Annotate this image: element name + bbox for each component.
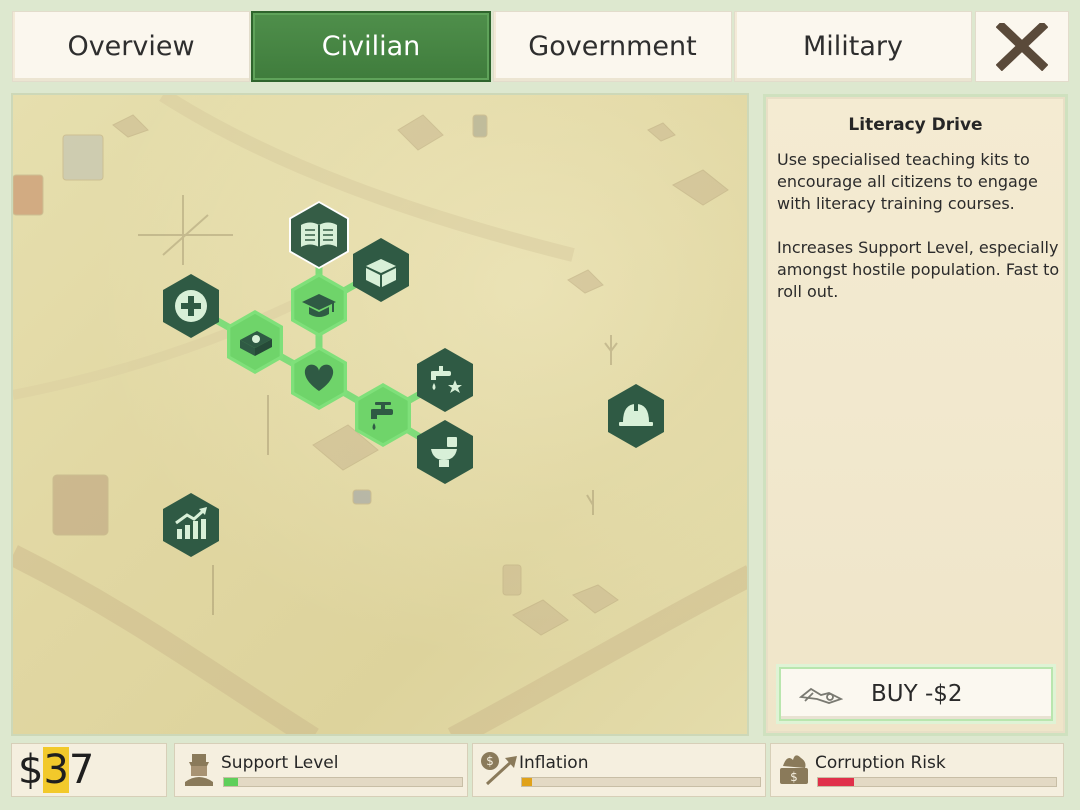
money-display: $37 <box>11 743 167 797</box>
inflation-bar <box>521 777 761 787</box>
policy-node-first-aid-kit[interactable] <box>227 310 283 374</box>
teaching-kit-icon <box>799 687 843 704</box>
inflation-fill <box>522 778 532 786</box>
support-level-meter: Support Level <box>174 743 468 797</box>
policy-node-clean-water[interactable] <box>417 348 473 412</box>
money-rest-digit: 7 <box>68 747 95 793</box>
policy-title: Literacy Drive <box>848 115 983 135</box>
policy-node-aid-box[interactable] <box>353 238 409 302</box>
policy-description: Use specialised teaching kits to encoura… <box>777 149 1062 325</box>
corruption-risk-label: Corruption Risk <box>815 753 946 773</box>
money-highlight-digit: 3 <box>43 747 69 793</box>
tab-civilian[interactable]: Civilian <box>251 11 491 82</box>
support-level-icon <box>185 754 213 786</box>
policy-node-literacy-drive[interactable] <box>289 201 349 269</box>
policy-node-medical-aid[interactable] <box>163 274 219 338</box>
close-button[interactable] <box>975 11 1069 82</box>
inflation-icon: $ <box>481 752 517 786</box>
policy-node-economy[interactable] <box>163 493 219 557</box>
support-level-label: Support Level <box>221 753 339 773</box>
corruption-risk-icon: $ <box>780 755 808 784</box>
money-prefix: $ <box>18 747 44 793</box>
tab-overview[interactable]: Overview <box>12 11 250 82</box>
inflation-meter: $ Inflation <box>472 743 766 797</box>
corruption-risk-bar <box>817 777 1057 787</box>
support-level-fill <box>224 778 239 786</box>
policy-map <box>11 93 749 736</box>
close-x-icon <box>996 22 1048 71</box>
policy-info-panel: Literacy Drive Use specialised teaching … <box>763 94 1068 736</box>
support-level-bar <box>223 777 463 787</box>
corruption-risk-fill <box>818 778 854 786</box>
svg-text:$: $ <box>790 770 798 784</box>
policy-node-sanitation[interactable] <box>417 420 473 484</box>
policy-node-education[interactable] <box>291 273 347 337</box>
buy-button[interactable]: BUY -$2 <box>779 667 1053 721</box>
medical-cross-icon <box>175 290 207 322</box>
policy-node-water-supply[interactable] <box>355 383 411 447</box>
tab-military[interactable]: Military <box>734 11 972 82</box>
policy-tree <box>163 201 664 557</box>
corruption-risk-meter: $ Corruption Risk <box>770 743 1064 797</box>
book-icon <box>301 222 337 247</box>
inflation-label: Inflation <box>519 753 589 773</box>
svg-text:$: $ <box>486 754 494 768</box>
policy-effect-text: Increases Support Level, especially amon… <box>777 238 1060 301</box>
policy-node-welfare[interactable] <box>291 346 347 410</box>
policy-description-text: Use specialised teaching kits to encoura… <box>777 150 1038 213</box>
policy-node-construction[interactable] <box>608 384 664 448</box>
tab-government[interactable]: Government <box>493 11 732 82</box>
buy-label: BUY -$2 <box>871 681 963 707</box>
